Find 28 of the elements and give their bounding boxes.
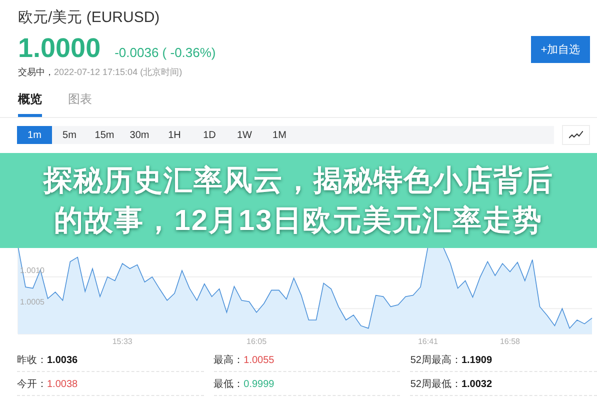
- y-axis-label: 1.0005: [20, 298, 44, 307]
- stat-item: 52周最高：1.1909: [410, 348, 597, 372]
- timeframe-tab[interactable]: 1m: [17, 126, 52, 144]
- x-axis-label: 16:05: [246, 337, 267, 346]
- timeframe-tab[interactable]: 1W: [227, 126, 262, 144]
- timeframe-tab[interactable]: 15m: [87, 126, 122, 144]
- stat-item: 52周最低：1.0032: [410, 372, 597, 396]
- price-change: -0.0036 ( -0.36%): [114, 45, 216, 60]
- add-watchlist-button[interactable]: +加自选: [531, 36, 590, 63]
- banner-title: 探秘历史汇率风云，揭秘特色小店背后 的故事，12月13日欧元美元汇率走势: [44, 164, 554, 238]
- x-axis-label: 16:58: [500, 337, 520, 346]
- timeframe-tab[interactable]: 1H: [157, 126, 192, 144]
- timeframe-tab[interactable]: 30m: [122, 126, 157, 144]
- stat-item: 最低：0.9999: [214, 372, 400, 396]
- trading-status: 交易中，: [18, 66, 54, 79]
- line-chart-icon[interactable]: [562, 125, 590, 145]
- x-axis-label: 16:41: [418, 337, 438, 346]
- pair-title: 欧元/美元 (EURUSD): [18, 8, 161, 27]
- timeframe-tab[interactable]: 1M: [262, 126, 297, 144]
- timeframe-tab[interactable]: 5m: [52, 126, 87, 144]
- timeframe-tab[interactable]: 1D: [192, 126, 227, 144]
- timestamp: 2022-07-12 17:15:04 (北京时间): [54, 66, 182, 79]
- stat-item: 最高：1.0055: [214, 348, 400, 372]
- tab[interactable]: 概览: [18, 91, 42, 117]
- stat-item: 昨收：1.0036: [17, 348, 204, 372]
- stat-item: 今开：1.0038: [17, 372, 204, 396]
- x-axis-label: 15:33: [112, 337, 132, 346]
- price: 1.0000: [18, 33, 101, 64]
